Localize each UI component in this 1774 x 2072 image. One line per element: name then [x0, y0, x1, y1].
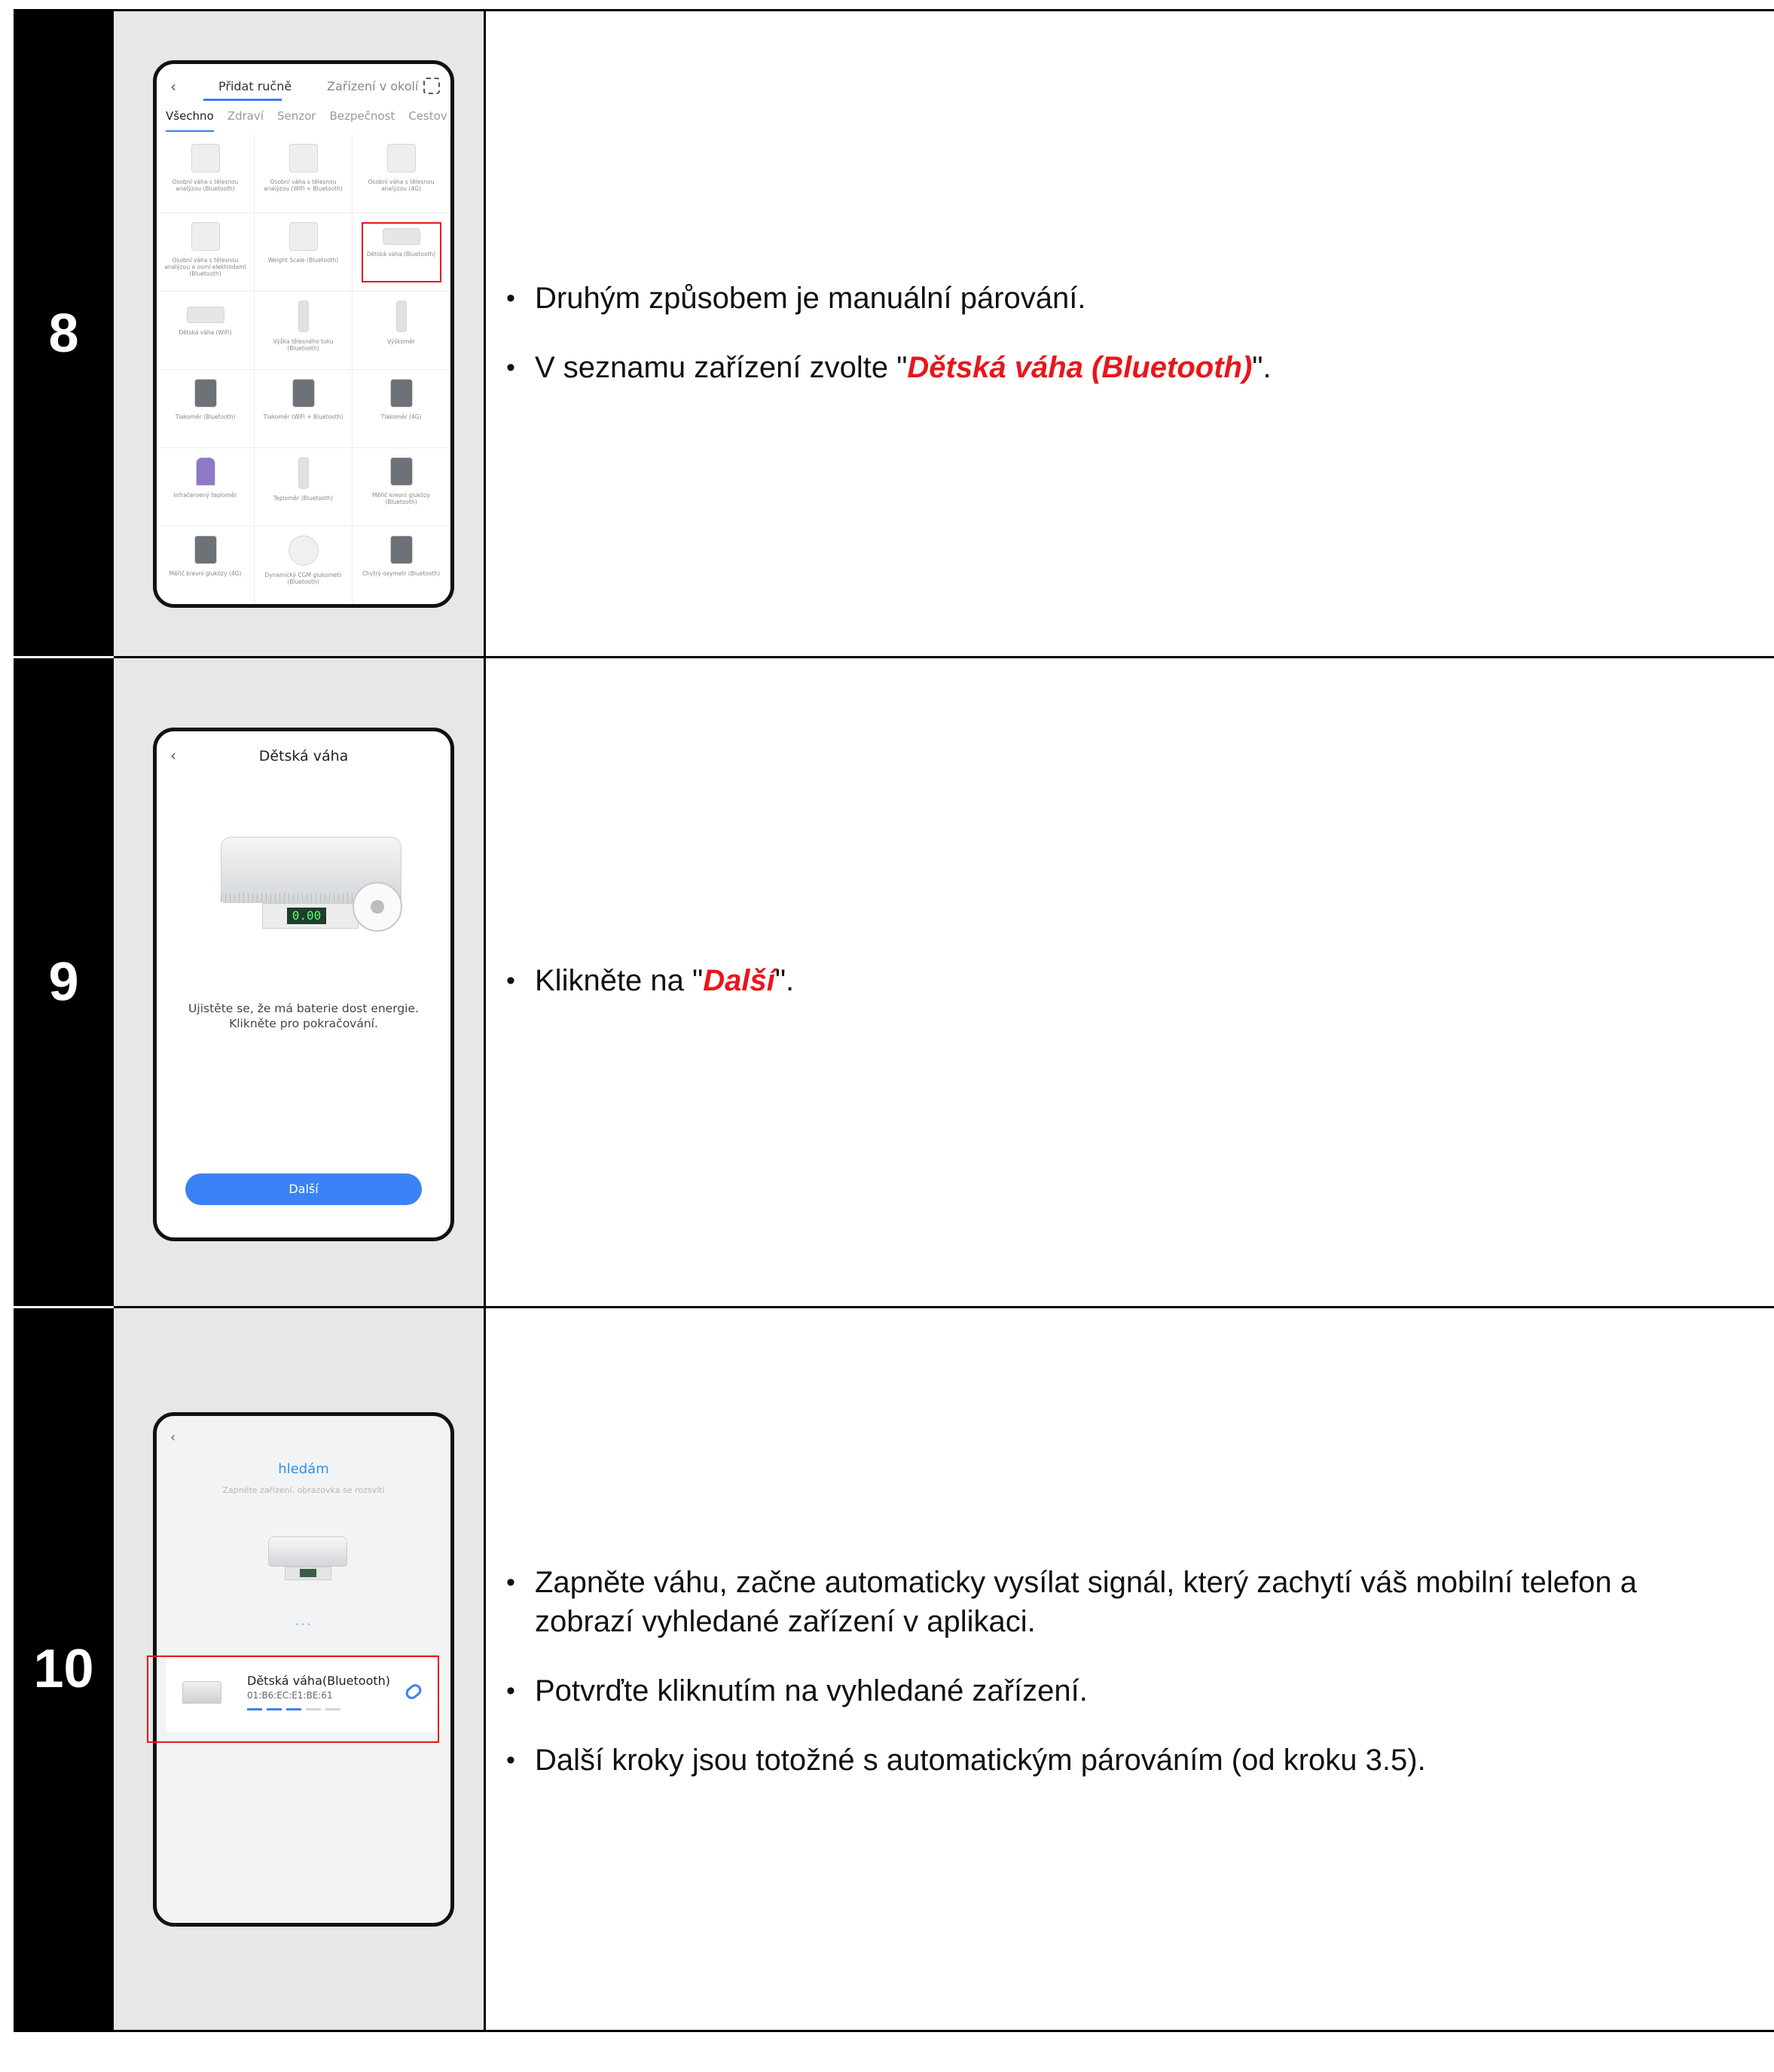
device-item-baby-scale-selected[interactable]: Dětská váha (Bluetooth)	[353, 213, 450, 291]
device-item[interactable]: Měřič krevní glukózy (4G)	[157, 526, 255, 604]
screenshot-cell: ‹ hledám Zapněte zařízení, obrazovka se …	[114, 1308, 486, 2030]
chevron-left-icon[interactable]: ‹	[170, 746, 176, 764]
device-item[interactable]: Dynamický CGM glukometr (Bluetooth)	[255, 526, 353, 604]
searching-title: hledám	[278, 1461, 329, 1477]
category-tabs: Všechno Zdraví Senzor Bezpečnost Cestov	[157, 109, 450, 132]
tab-nearby[interactable]: Zařízení v okolí	[327, 79, 418, 93]
device-item[interactable]: Osobní váha s tělesnou analýzou a osmi e…	[157, 213, 255, 291]
chevron-left-icon[interactable]: ‹	[170, 78, 176, 96]
highlight-text: Další	[703, 964, 775, 997]
device-item[interactable]: Výškoměr	[353, 291, 450, 370]
scale-icon	[191, 144, 220, 172]
instruction-text-cell: Zapněte váhu, začne automaticky vysílat …	[486, 1308, 1774, 2030]
baby-scale-icon	[382, 228, 420, 245]
oximeter-icon	[389, 536, 413, 564]
step-row-10: 10 ‹ hledám Zapněte zařízení, obrazovka …	[14, 1308, 1774, 2030]
highlight-text: Dětská váha (Bluetooth)	[907, 351, 1253, 384]
device-item[interactable]: Osobní váha s tělesnou analýzou (WiFi + …	[255, 135, 353, 213]
step-row-8: 8 ‹ Přidat ručně Zařízení v okolí Všechn…	[14, 11, 1774, 656]
scale-icon	[191, 222, 220, 251]
device-item[interactable]: Tlakoměr (Bluetooth)	[157, 370, 255, 448]
searching-subtitle: Zapněte zařízení, obrazovka se rozsvítí	[222, 1485, 385, 1495]
category-tab[interactable]: Cestov	[408, 109, 447, 132]
blood-pressure-icon	[389, 379, 413, 407]
loading-dots: •••	[295, 1621, 313, 1629]
bullet-item: Klikněte na "Další".	[506, 961, 1729, 1000]
scale-icon	[289, 222, 318, 251]
device-grid: Osobní váha s tělesnou analýzou (Bluetoo…	[157, 135, 450, 604]
device-item[interactable]: Chytrý oxymetr (Bluetooth)	[353, 526, 450, 604]
cgm-icon	[288, 536, 319, 566]
scale-display	[300, 1569, 316, 1577]
scan-icon[interactable]	[423, 78, 440, 94]
device-item[interactable]: Teploměr (Bluetooth)	[255, 448, 353, 526]
blood-pressure-icon	[194, 379, 217, 407]
tab-manual[interactable]: Přidat ručně	[218, 79, 292, 93]
category-tab[interactable]: Všechno	[166, 109, 214, 132]
power-button-icon	[353, 882, 402, 932]
step-row-9: 9 ‹ Dětská váha 0.00 Ujistěte se, že má …	[14, 658, 1774, 1306]
thermometer-gun-icon	[195, 457, 215, 486]
tab-bar: ‹ Přidat ručně Zařízení v okolí	[157, 64, 450, 109]
device-item[interactable]: Osobní váha s tělesnou analýzou (Bluetoo…	[157, 135, 255, 213]
baby-scale-icon	[186, 307, 224, 323]
tab-underline	[203, 99, 282, 101]
height-meter-icon	[395, 301, 407, 332]
scale-icon	[386, 144, 416, 172]
device-item[interactable]: Měřič krevní glukózy (Bluetooth)	[353, 448, 450, 526]
category-tab[interactable]: Zdraví	[227, 109, 264, 132]
scale-icon	[289, 144, 318, 172]
bullet-item: Zapněte váhu, začne automaticky vysílat …	[506, 1563, 1729, 1641]
battery-note: Ujistěte se, že má baterie dost energie.…	[188, 1002, 419, 1030]
device-item[interactable]: Dětská váha (WiFi)	[157, 291, 255, 370]
phone-baby-scale: ‹ Dětská váha 0.00 Ujistěte se, že má ba…	[153, 728, 454, 1241]
phone-device-list: ‹ Přidat ručně Zařízení v okolí Všechno …	[153, 60, 454, 608]
bullet-item: Druhým způsobem je manuální párování.	[506, 279, 1729, 318]
screen-title: Dětská váha	[258, 748, 349, 764]
step-number: 8	[14, 11, 114, 656]
instruction-table: 8 ‹ Přidat ručně Zařízení v okolí Všechn…	[14, 9, 1774, 2032]
bullet-list: Zapněte váhu, začne automaticky vysílat …	[506, 1563, 1729, 1810]
highlight-frame	[147, 1655, 439, 1743]
screenshot-cell: ‹ Dětská váha 0.00 Ujistěte se, že má ba…	[114, 658, 486, 1306]
category-tab[interactable]: Senzor	[277, 109, 316, 132]
next-button[interactable]: Další	[185, 1173, 422, 1205]
screenshot-cell: ‹ Přidat ručně Zařízení v okolí Všechno …	[114, 11, 486, 656]
device-item[interactable]: Výška tělesného tuku (Bluetooth)	[255, 291, 353, 370]
device-item[interactable]: Tlakoměr (4G)	[353, 370, 450, 448]
baby-scale-image	[268, 1536, 347, 1567]
instruction-text-cell: Klikněte na "Další".	[486, 658, 1774, 1306]
device-item[interactable]: Tlakoměr (WiFi + Bluetooth)	[255, 370, 353, 448]
bullet-item: Potvrďte kliknutím na vyhledané zařízení…	[506, 1671, 1729, 1710]
device-item[interactable]: Weight Scale (Bluetooth)	[255, 213, 353, 291]
device-item[interactable]: Infračervený teploměr	[157, 448, 255, 526]
scale-display: 0.00	[287, 908, 326, 924]
height-rod-icon	[298, 301, 309, 332]
bullet-item: Další kroky jsou totožné s automatickým …	[506, 1741, 1729, 1780]
glucometer-icon	[389, 457, 413, 486]
glucometer-icon	[194, 536, 217, 564]
category-tab[interactable]: Bezpečnost	[329, 109, 395, 132]
thermometer-icon	[298, 457, 309, 489]
blood-pressure-icon	[292, 379, 315, 407]
bullet-list: Klikněte na "Další".	[506, 961, 1729, 1030]
step-number: 9	[14, 658, 114, 1306]
bullet-item: V seznamu zařízení zvolte "Dětská váha (…	[506, 348, 1729, 387]
instruction-text-cell: Druhým způsobem je manuální párování. V …	[486, 11, 1774, 656]
chevron-left-icon[interactable]: ‹	[170, 1430, 176, 1445]
device-item[interactable]: Osobní váha s tělesnou analýzou (4G)	[353, 135, 450, 213]
step-number: 10	[14, 1308, 114, 2030]
bullet-list: Druhým způsobem je manuální párování. V …	[506, 279, 1729, 417]
